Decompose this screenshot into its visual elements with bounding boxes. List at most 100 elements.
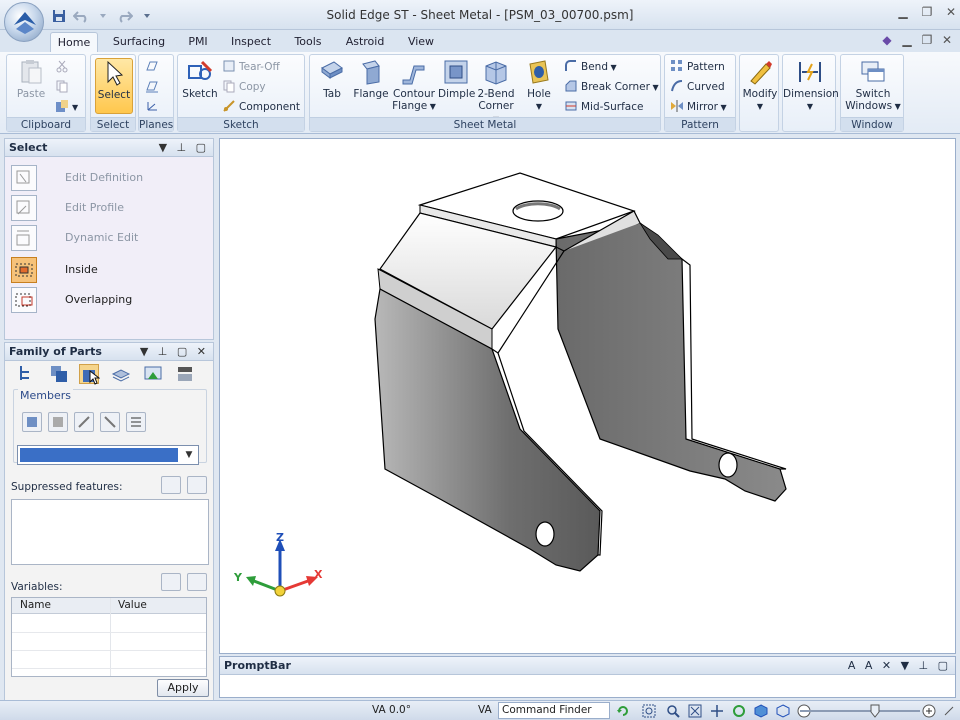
edit-profile-icon — [11, 195, 37, 221]
layers-icon[interactable] — [111, 364, 131, 384]
family-members-icon[interactable] — [49, 364, 69, 384]
sketch-button[interactable]: Sketch — [182, 58, 218, 100]
tab-inspect[interactable]: Inspect — [226, 32, 276, 52]
fit-icon[interactable] — [688, 704, 702, 718]
save-icon[interactable] — [50, 7, 68, 25]
refresh-icon[interactable] — [616, 704, 630, 718]
two-bend-corner-button[interactable]: 2-BendCorner ▼ — [476, 58, 516, 126]
curved-pattern-button[interactable]: Curved — [670, 78, 725, 96]
remove-variable-icon[interactable] — [187, 573, 207, 591]
application-button[interactable] — [4, 2, 44, 42]
customize-toolbar-icon[interactable] — [138, 7, 156, 25]
overlapping-item[interactable]: Overlapping — [11, 287, 211, 313]
modify-icon — [750, 61, 772, 85]
zoom-slider[interactable] — [800, 710, 920, 712]
tab-pmi[interactable]: PMI — [180, 32, 216, 52]
doc-restore-icon[interactable]: ❐ — [920, 33, 934, 47]
mirror-icon — [671, 100, 683, 112]
family-of-parts-icon[interactable] — [79, 364, 101, 385]
add-variable-icon[interactable] — [161, 573, 181, 591]
view-cube-icon[interactable] — [754, 704, 768, 718]
pattern-button[interactable]: Pattern — [670, 58, 725, 76]
sheet-metal-part-model[interactable] — [220, 139, 955, 653]
tree-view-icon[interactable] — [17, 364, 37, 384]
populate-member-icon[interactable] — [100, 412, 120, 432]
mirror-button[interactable]: Mirror ▼ — [670, 98, 727, 116]
contour-flange-button[interactable]: Contour Flange ▼ — [392, 58, 436, 113]
delete-member-icon[interactable] — [48, 412, 68, 432]
select-button[interactable]: Select — [95, 58, 133, 114]
flange-button[interactable]: Flange — [352, 58, 390, 100]
paste-icon — [21, 60, 42, 84]
redo-icon[interactable] — [116, 7, 134, 25]
tab-tools[interactable]: Tools — [286, 32, 330, 52]
sensors-icon[interactable] — [143, 364, 163, 384]
restore-icon[interactable]: ❐ — [920, 5, 934, 19]
family-panel-controls[interactable]: ▼ ⊥ ▢ ✕ — [140, 343, 209, 361]
hole-button[interactable]: Hole ▼ — [520, 58, 558, 112]
copy-clip-button[interactable] — [55, 78, 72, 96]
undo-icon[interactable] — [72, 7, 90, 25]
help-icon[interactable]: ◆ — [880, 33, 894, 47]
pan-icon[interactable] — [710, 704, 724, 718]
new-member-icon[interactable] — [22, 412, 42, 432]
zoom-slider-thumb[interactable] — [868, 704, 882, 718]
clipboard-group-title: Clipboard — [7, 117, 85, 131]
tab-home[interactable]: Home — [50, 32, 98, 52]
tab-astroid[interactable]: Astroid — [340, 32, 390, 52]
plane-options-button[interactable] — [145, 78, 162, 96]
paste-special-button[interactable]: ▼ — [55, 98, 78, 116]
3d-viewport[interactable]: Z X Y — [219, 138, 956, 654]
chevron-down-icon[interactable]: ▼ — [182, 448, 196, 462]
status-expand-icon[interactable] — [942, 704, 956, 718]
doc-close-icon[interactable]: ✕ — [940, 33, 954, 47]
promptbar-controls[interactable]: A A ✕ ▼ ⊥ ▢ — [848, 657, 951, 675]
member-select[interactable]: ▼ — [17, 445, 199, 465]
undo-dropdown-icon[interactable] — [94, 7, 112, 25]
zoom-in-icon[interactable] — [922, 704, 936, 718]
sketch-view-icon[interactable] — [776, 704, 790, 718]
plane-button[interactable] — [145, 58, 162, 76]
switch-windows-button[interactable]: Switch Windows ▼ — [843, 58, 903, 113]
edit-profile-item[interactable]: Edit Profile — [11, 195, 211, 221]
modify-button[interactable]: Modify ▼ — [741, 58, 779, 112]
bend-button[interactable]: Bend ▼ — [564, 58, 617, 76]
suppressed-features-list[interactable] — [11, 499, 209, 565]
select-panel-controls[interactable]: ▼ ⊥ ▢ — [159, 139, 209, 157]
member-list-icon[interactable] — [126, 412, 146, 432]
mid-surface-button[interactable]: Mid-Surface — [564, 98, 643, 116]
add-suppressed-icon[interactable] — [161, 476, 181, 494]
close-icon[interactable]: ✕ — [944, 5, 958, 19]
edit-definition-item[interactable]: Edit Definition — [11, 165, 211, 191]
cut-button[interactable] — [55, 58, 72, 76]
sketch-icon — [188, 60, 213, 80]
copy-sketch-button[interactable]: Copy — [222, 78, 266, 96]
remove-suppressed-icon[interactable] — [187, 476, 207, 494]
apply-button[interactable]: Apply — [157, 679, 209, 697]
tear-off-button[interactable]: Tear-Off — [222, 58, 280, 76]
dynamic-edit-item[interactable]: Dynamic Edit — [11, 225, 211, 251]
update-member-icon[interactable] — [74, 412, 94, 432]
coordinate-system-button[interactable] — [145, 98, 162, 116]
dimple-button[interactable]: Dimple — [438, 58, 475, 100]
members-label: Members — [18, 389, 73, 402]
break-corner-button[interactable]: Break Corner ▼ — [564, 78, 659, 96]
inside-item[interactable]: Inside — [11, 257, 211, 283]
component-button[interactable]: Component — [222, 98, 300, 116]
minimize-icon[interactable]: ▁ — [896, 5, 910, 19]
copy-sketch-icon — [223, 80, 235, 93]
zoom-area-icon[interactable] — [642, 704, 656, 718]
variables-table[interactable]: Name Value — [11, 597, 207, 677]
tab-feature-button[interactable]: Tab — [314, 58, 350, 100]
tab-surfacing[interactable]: Surfacing — [108, 32, 170, 52]
command-finder-input[interactable]: Command Finder — [498, 702, 610, 719]
rotate-icon[interactable] — [732, 704, 746, 718]
dimension-button[interactable]: Dimension ▼ — [783, 58, 839, 112]
triad-y-label: Y — [234, 571, 242, 584]
paste-button[interactable]: Paste — [13, 58, 49, 100]
feature-library-icon[interactable] — [175, 364, 195, 384]
tab-view[interactable]: View — [400, 32, 442, 52]
zoom-icon[interactable] — [666, 704, 680, 718]
doc-minimize-icon[interactable]: ▁ — [900, 33, 914, 47]
promptbar-header: PromptBar A A ✕ ▼ ⊥ ▢ — [220, 657, 955, 675]
